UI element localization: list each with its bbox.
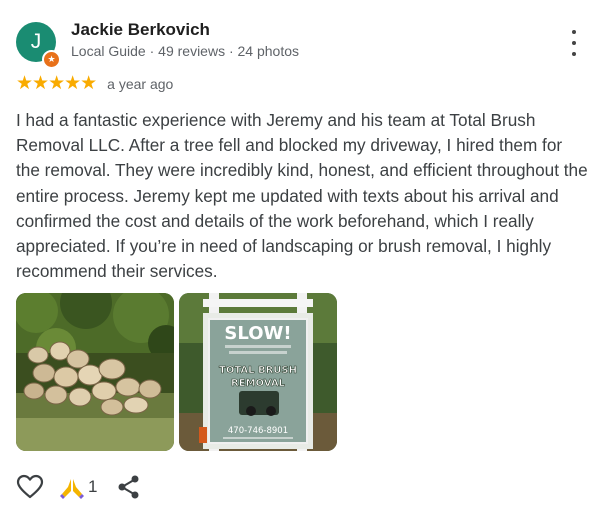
sign-slow-text: SLOW! — [224, 323, 291, 344]
avatar[interactable]: J ★ — [16, 22, 61, 69]
review-date: a year ago — [107, 76, 174, 92]
sign-company-line2: REMOVAL — [231, 378, 286, 389]
like-heart-icon[interactable] — [16, 474, 44, 500]
cut-logs-photo[interactable] — [16, 293, 174, 451]
star-rating: ★★★★★ — [16, 73, 97, 94]
thank-you-hands-icon[interactable] — [60, 477, 84, 499]
avatar-letter: J — [30, 30, 42, 53]
local-guide-star-icon: ★ — [42, 50, 61, 69]
share-icon[interactable] — [118, 475, 140, 499]
review-actions: 1 — [16, 474, 216, 502]
reviewer-meta: Local Guide · 49 reviews · 24 photos — [71, 43, 300, 59]
rating-row: ★★★★★ a year ago — [16, 73, 173, 95]
sign-company-line1: TOTAL BRUSH — [219, 365, 297, 376]
reaction-count: 1 — [88, 477, 98, 496]
more-options-icon[interactable] — [564, 30, 584, 56]
reviewer-name[interactable]: Jackie Berkovich — [71, 20, 210, 40]
review-header: J ★ Jackie Berkovich Local Guide · 49 re… — [16, 18, 576, 69]
review-text: I had a fantastic experience with Jeremy… — [16, 110, 588, 282]
sign-phone: 470-746-8901 — [228, 426, 288, 436]
yard-sign-photo[interactable]: SLOW! TOTAL BRUSH REMOVAL 470-746-8901 — [179, 293, 337, 451]
